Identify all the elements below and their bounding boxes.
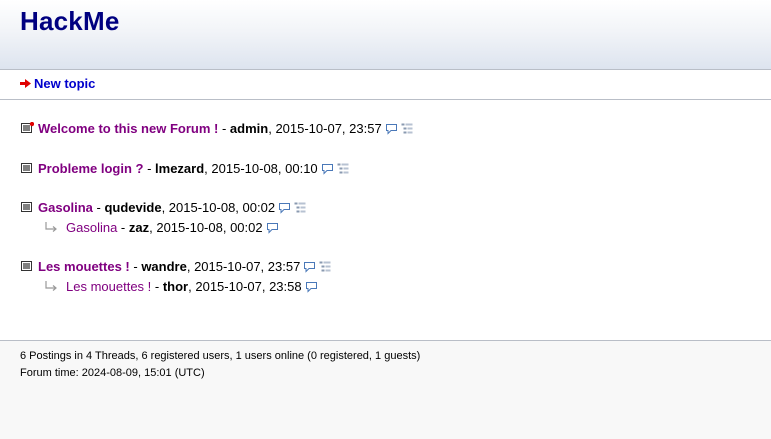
thread-subject-link[interactable]: Les mouettes ! — [38, 259, 130, 274]
new-topic-label: New topic — [34, 76, 96, 91]
red-arrow-icon — [20, 79, 31, 88]
reply-date: 2015-10-07, 23:58 — [195, 279, 302, 294]
reply-arrow-icon — [42, 280, 62, 294]
thread-author: wandre — [141, 259, 187, 274]
reply-subject-link[interactable]: Les mouettes ! — [66, 279, 151, 294]
thread-date: 2015-10-07, 23:57 — [194, 259, 301, 274]
speech-bubble-icon[interactable] — [266, 222, 279, 234]
footer: 6 Postings in 4 Threads, 6 registered us… — [0, 340, 771, 439]
thread-author: lmezard — [155, 161, 205, 176]
speech-bubble-icon[interactable] — [305, 281, 318, 293]
reply-author: zaz — [128, 220, 150, 235]
site-header: HackMe — [0, 0, 771, 70]
reply-row: Gasolina - zaz, 2015-10-08, 00:02 — [42, 220, 279, 235]
reply-date: 2015-10-08, 00:02 — [156, 220, 263, 235]
thread-date: 2015-10-08, 00:02 — [168, 200, 276, 215]
thread-list-icon — [20, 201, 36, 215]
tree-view-icon[interactable] — [294, 202, 306, 213]
speech-bubble-icon[interactable] — [385, 123, 398, 135]
thread-list-icon — [20, 162, 36, 176]
reply-arrow-icon — [42, 221, 62, 235]
speech-bubble-icon[interactable] — [278, 202, 291, 214]
thread-row: Probleme login ? - lmezard, 2015-10-08, … — [20, 161, 349, 176]
thread-author: admin — [229, 121, 269, 136]
thread-row: Gasolina - qudevide, 2015-10-08, 00:02 — [20, 200, 306, 215]
reply-subject-link[interactable]: Gasolina — [66, 220, 117, 235]
thread-author: qudevide — [104, 200, 162, 215]
tree-view-icon[interactable] — [337, 163, 349, 174]
tree-view-icon[interactable] — [401, 123, 413, 134]
tree-view-icon[interactable] — [319, 261, 331, 272]
new-topic-link[interactable]: New topic — [20, 76, 95, 91]
speech-bubble-icon[interactable] — [321, 163, 334, 175]
thread-subject-link[interactable]: Welcome to this new Forum ! — [38, 121, 218, 136]
forum-stats: 6 Postings in 4 Threads, 6 registered us… — [20, 350, 421, 362]
thread-date: 2015-10-07, 23:57 — [275, 121, 382, 136]
site-title[interactable]: HackMe — [20, 6, 119, 37]
thread-list-icon — [20, 121, 36, 136]
subnav-bar: New topic — [0, 70, 771, 100]
thread-date: 2015-10-08, 00:10 — [211, 161, 318, 176]
forum-time: Forum time: 2024-08-09, 15:01 (UTC) — [20, 367, 205, 379]
reply-author: thor — [162, 279, 189, 294]
thread-list-icon — [20, 260, 36, 274]
reply-row: Les mouettes ! - thor, 2015-10-07, 23:58 — [42, 279, 318, 294]
speech-bubble-icon[interactable] — [303, 261, 316, 273]
thread-subject-link[interactable]: Probleme login ? — [38, 161, 143, 176]
thread-row: Les mouettes ! - wandre, 2015-10-07, 23:… — [20, 259, 331, 274]
thread-row: Welcome to this new Forum ! - admin, 201… — [20, 121, 413, 136]
thread-subject-link[interactable]: Gasolina — [38, 200, 93, 215]
